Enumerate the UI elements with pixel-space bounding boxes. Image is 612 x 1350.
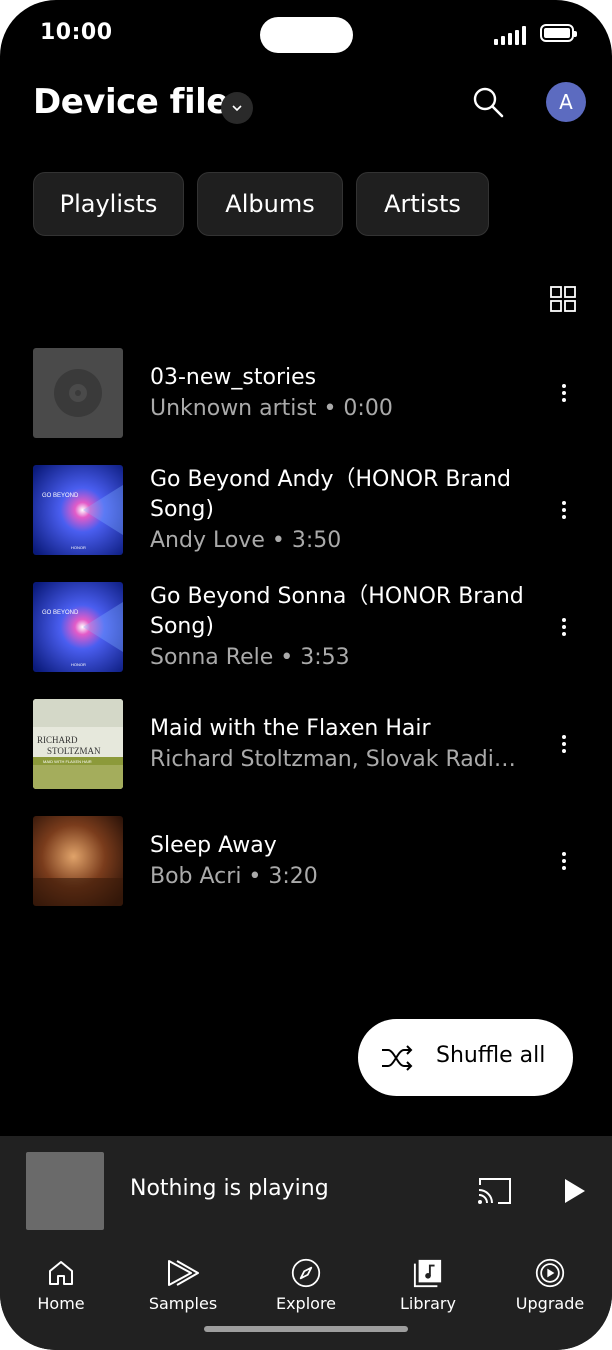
camera-island [260,17,353,53]
track-subtitle: Bob Acri • 3:20 [150,864,318,889]
nav-label: Home [37,1294,85,1313]
nav-item-upgrade[interactable]: Upgrade [500,1258,600,1313]
svg-text:STOLTZMAN: STOLTZMAN [47,746,101,756]
track-title: Go Beyond Sonna（HONOR Brand Song) [150,584,524,639]
signal-icon [494,26,526,45]
nav-item-samples[interactable]: Samples [133,1258,233,1313]
track-row[interactable]: GO BEYOND HONOR Go Beyond Sonna（HONOR Br… [0,582,612,682]
more-options-icon[interactable] [554,612,574,642]
track-title: 03-new_stories [150,365,317,390]
shuffle-label: Shuffle all [436,1043,546,1068]
nav-item-home[interactable]: Home [11,1258,111,1313]
phone-screen: 10:00 Device files A Playlists Albums Ar… [0,0,612,1350]
battery-icon [540,24,577,42]
upgrade-icon [535,1258,565,1288]
grid-view-icon[interactable] [550,286,576,312]
library-icon [413,1259,442,1288]
nav-label: Upgrade [515,1294,585,1313]
status-time: 10:00 [40,20,113,45]
chevron-down-icon [232,105,242,112]
chip-playlists[interactable]: Playlists [33,172,184,236]
svg-text:GO BEYOND: GO BEYOND [42,610,79,616]
track-subtitle: Andy Love • 3:50 [150,528,342,553]
track-row[interactable]: GO BEYOND HONOR Go Beyond Andy（HONOR Bra… [0,465,612,565]
track-subtitle: Sonna Rele • 3:53 [150,645,350,670]
track-subtitle: Unknown artist • 0:00 [150,396,393,421]
more-options-icon[interactable] [554,378,574,408]
track-title: Go Beyond Andy（HONOR Brand Song) [150,467,511,522]
track-row[interactable]: Sleep Away Bob Acri • 3:20 [0,816,612,916]
cast-icon[interactable] [476,1176,512,1206]
svg-text:MAID WITH FLAXEN HAIR: MAID WITH FLAXEN HAIR [43,759,92,764]
home-indicator[interactable] [204,1326,408,1332]
play-icon[interactable] [560,1176,588,1206]
avatar[interactable]: A [546,82,586,122]
mini-player-status: Nothing is playing [130,1176,329,1201]
more-options-icon[interactable] [554,495,574,525]
svg-text:RICHARD: RICHARD [37,735,78,745]
track-title: Sleep Away [150,833,277,858]
track-title: Maid with the Flaxen Hair [150,716,431,741]
home-icon [49,1261,73,1285]
svg-text:HONOR: HONOR [71,662,86,667]
search-icon[interactable] [470,84,506,120]
track-row[interactable]: 03-new_stories Unknown artist • 0:00 [0,348,612,448]
samples-icon [168,1260,199,1286]
compass-icon [291,1258,321,1288]
svg-text:GO BEYOND: GO BEYOND [42,493,79,499]
track-subtitle: Richard Stoltzman, Slovak Radio … [150,747,520,772]
status-bar: 10:00 [0,0,612,72]
album-art-go-beyond: GO BEYOND HONOR [33,465,123,555]
page-title[interactable]: Device files [33,82,249,122]
album-art-richard-stoltzman: RICHARD STOLTZMAN MAID WITH FLAXEN HAIR [33,699,123,789]
nav-label: Library [400,1294,456,1313]
mini-player-art [26,1152,104,1230]
vinyl-placeholder-art [33,348,123,438]
nav-label: Explore [275,1294,337,1313]
svg-text:HONOR: HONOR [71,545,86,550]
track-row[interactable]: RICHARD STOLTZMAN MAID WITH FLAXEN HAIR … [0,699,612,799]
bottom-navigation: Home Samples Explore Library Upgrade [0,1244,612,1350]
nav-item-library[interactable]: Library [378,1258,478,1313]
mini-player[interactable]: Nothing is playing [0,1136,612,1244]
album-art-go-beyond: GO BEYOND HONOR [33,582,123,672]
vinyl-icon [54,369,102,417]
nav-label: Samples [148,1294,218,1313]
shuffle-icon [382,1045,413,1071]
title-dropdown-button[interactable] [221,92,253,124]
chip-artists[interactable]: Artists [356,172,489,236]
nav-item-explore[interactable]: Explore [256,1258,356,1313]
more-options-icon[interactable] [554,729,574,759]
album-art-piano [33,816,123,906]
shuffle-all-button[interactable]: Shuffle all [358,1019,573,1096]
more-options-icon[interactable] [554,846,574,876]
chip-albums[interactable]: Albums [197,172,343,236]
